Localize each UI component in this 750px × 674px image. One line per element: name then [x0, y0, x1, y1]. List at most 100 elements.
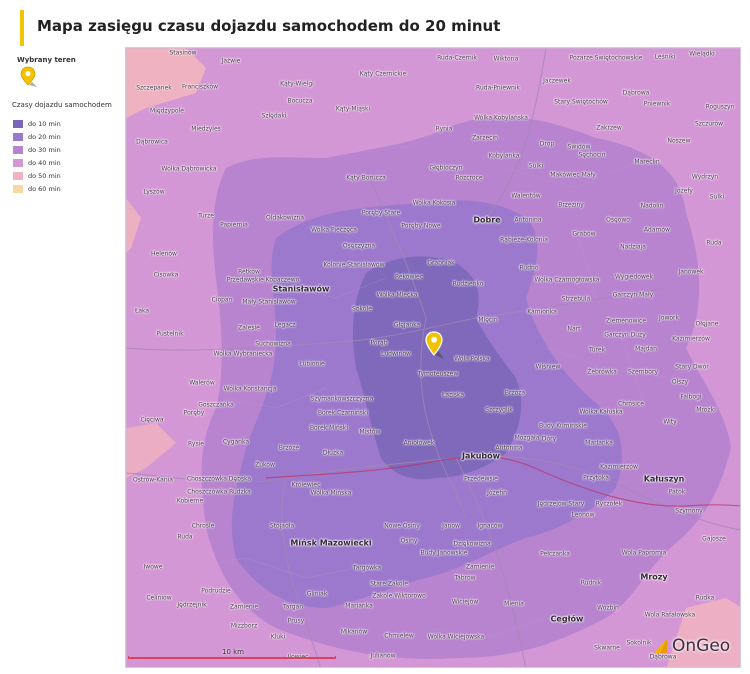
place-label: Mareclin: [634, 158, 660, 166]
town-label: Mrozy: [640, 572, 668, 582]
place-label: Miedzyles: [191, 125, 221, 133]
place-label: Budy Kuminskie: [539, 422, 587, 430]
legend-swatch: [13, 172, 23, 180]
place-label: Franciszków: [181, 83, 219, 91]
place-label: Borek Czarniński: [317, 409, 369, 417]
place-label: Ryczołek: [595, 500, 623, 508]
place-label: Zakole Wiktorowo: [372, 592, 426, 600]
place-label: Drop: [539, 140, 555, 148]
legend-swatch: [13, 133, 23, 141]
place-label: Głębioczyn: [429, 164, 463, 172]
place-label: Lyszów: [143, 188, 165, 196]
place-label: Legacz: [274, 321, 296, 329]
place-label: Turek: [588, 346, 606, 354]
place-label: Dłużka: [322, 449, 344, 457]
place-label: Osęowo: [606, 216, 630, 224]
place-label: Ostrów-Kania: [133, 476, 173, 484]
place-label: Tabrów: [454, 574, 476, 582]
place-label: Rudno: [519, 264, 539, 272]
place-label: Mienia: [504, 600, 524, 608]
place-label: Ruda-Pniewnik: [476, 84, 520, 92]
place-label: Poręby Nowe: [401, 222, 441, 230]
place-label: Zamienie: [465, 563, 495, 571]
place-label: Wólka Wiciejowska: [427, 633, 485, 641]
place-label: Wozbin: [597, 604, 619, 612]
legend-label: do 20 min: [28, 133, 61, 141]
place-label: Rozcroce: [455, 174, 483, 182]
place-label: Porąb: [370, 339, 388, 347]
legend-label: do 50 min: [28, 172, 61, 180]
place-label: Tymoteuszew: [417, 370, 459, 378]
place-label: Poręby Stare: [361, 209, 401, 217]
place-label: Kolonie Stanisławów: [323, 261, 385, 269]
place-label: Wólka Czarnogłowska: [534, 276, 600, 284]
legend-item: do 50 min: [13, 171, 61, 181]
page-title: Mapa zasięgu czasu dojazdu samochodem do…: [37, 17, 501, 35]
place-label: Wola Rafałowska: [644, 611, 696, 619]
place-label: Wiktoria: [493, 55, 519, 63]
place-label: Brzózé: [278, 444, 300, 452]
place-label: Marlanka: [585, 439, 613, 447]
place-label: Kobylanka: [488, 152, 520, 160]
selected-location-pin-icon[interactable]: [424, 331, 444, 361]
legend-label: do 30 min: [28, 146, 61, 154]
place-label: Nadziaja: [620, 243, 646, 251]
place-label: Ziemenowice: [605, 317, 647, 325]
town-label: Dobre: [473, 215, 501, 225]
place-label: Ruda: [177, 533, 193, 541]
place-label: Ruda: [706, 239, 722, 247]
place-label: Pniewnik: [643, 100, 671, 108]
place-label: Stasinów: [169, 49, 197, 57]
place-label: Marianka: [345, 602, 373, 610]
place-label: Roguszyn: [705, 103, 735, 111]
place-label: Przedewsie: [464, 475, 498, 483]
legend-heading: Czasy dojazdu samochodem: [12, 101, 112, 109]
scale-bar-line: [128, 656, 336, 659]
place-label: Mlęcin: [478, 316, 498, 324]
place-label: Celiniów: [146, 594, 172, 602]
place-label: Wólka Konstancja: [223, 385, 277, 393]
legend-item: do 30 min: [13, 145, 61, 155]
place-label: Budy Janowskie: [420, 549, 468, 557]
place-label: Noszew: [667, 137, 691, 145]
place-label: Cięciwa: [140, 416, 164, 424]
place-label: Kobierne: [176, 497, 204, 505]
place-label: Wólka Wybraniecka: [213, 350, 273, 358]
place-label: Patok: [668, 488, 686, 496]
legend-item: do 60 min: [13, 184, 61, 194]
place-label: Targówka: [352, 564, 382, 572]
place-label: Garczyn Mały: [612, 291, 654, 299]
legend-selected-label: Wybrany teren: [17, 56, 76, 64]
place-label: Wielądki: [689, 50, 715, 58]
place-label: Majdan: [635, 345, 657, 353]
place-label: Cyganka: [222, 438, 250, 446]
place-label: Przedawskie Kopaczewo: [226, 276, 300, 284]
place-label: Stary Dwór: [675, 363, 709, 371]
place-label: Wólka Dąbrowicka: [161, 165, 217, 173]
place-label: Bocucza: [287, 97, 313, 105]
place-label: Chrósice: [618, 400, 644, 408]
place-label: Oldakowizna: [265, 214, 305, 222]
place-label: Kazimierzów: [672, 335, 710, 343]
legend-item: do 10 min: [13, 119, 61, 129]
place-label: Ludwinów: [381, 350, 411, 358]
place-label: Jaźwie: [221, 57, 241, 65]
place-label: Międzypole: [150, 107, 184, 115]
place-label: Nadolin: [640, 202, 664, 210]
place-label: Walerów: [189, 379, 215, 387]
place-label: Aniołówek: [403, 439, 435, 447]
town-label: Kałuszyn: [643, 474, 685, 484]
place-label: Adamów: [644, 226, 670, 234]
place-label: Skwarne: [594, 644, 620, 652]
place-label: Iwowe: [143, 563, 163, 571]
place-label: Mozgała: [514, 434, 540, 442]
legend-label: do 10 min: [28, 120, 61, 128]
place-label: Mrozki: [696, 406, 716, 414]
place-label: Antonina: [495, 444, 523, 452]
place-label: Wola Papromia: [621, 549, 667, 557]
town-label: Cegłów: [550, 614, 584, 624]
town-label: Jakubów: [461, 451, 501, 461]
place-label: Suchowizna: [255, 340, 291, 348]
place-label: Nart: [567, 325, 581, 333]
location-pin-icon: [20, 66, 37, 87]
